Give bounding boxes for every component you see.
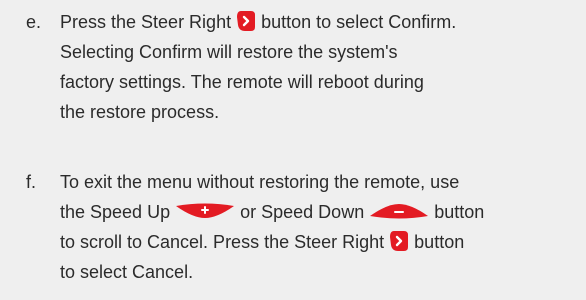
steer-right-icon [236, 10, 256, 32]
speed-down-icon [369, 203, 429, 219]
instruction-list: e. Press the Steer Right button to selec… [0, 0, 586, 300]
text-line: Selecting Confirm will restore the syste… [60, 42, 398, 62]
text-line: To exit the menu without restoring the r… [60, 172, 460, 192]
step-f: f. To exit the menu without restoring th… [0, 167, 586, 287]
text-line: the restore process. [60, 102, 220, 122]
step-marker: e. [26, 12, 42, 32]
text-line: to select Cancel. [60, 262, 194, 282]
step-text: To exit the menu without restoring the r… [60, 167, 580, 287]
text-line: or Speed Down [240, 202, 365, 222]
steer-right-icon [389, 230, 409, 252]
text-line: button to select Confirm. [261, 12, 457, 32]
text-line: Press the Steer Right [60, 12, 232, 32]
text-line: button [414, 232, 465, 252]
step-text: Press the Steer Right button to select C… [60, 7, 580, 127]
text-line: the Speed Up [60, 202, 171, 222]
text-line: button [434, 202, 485, 222]
step-marker: f. [26, 172, 37, 192]
step-e: e. Press the Steer Right button to selec… [0, 7, 586, 127]
text-line: to scroll to Cancel. Press the Steer Rig… [60, 232, 385, 252]
speed-up-icon [175, 203, 235, 219]
text-line: factory settings. The remote will reboot… [60, 72, 424, 92]
